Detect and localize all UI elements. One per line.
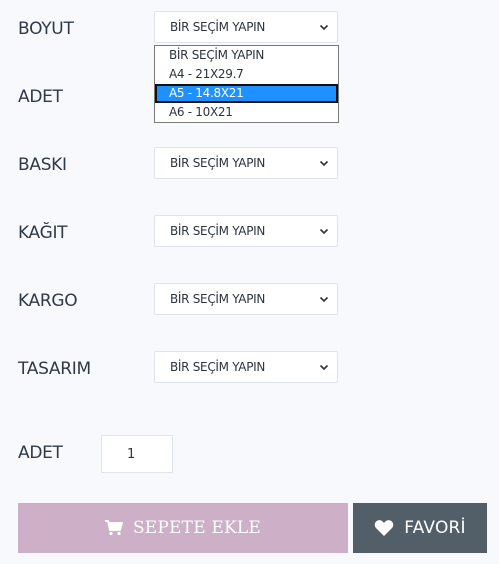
boyut-select[interactable]: BİR SEÇİM YAPIN [154,11,338,43]
baski-label: BASKI [18,155,67,175]
tasarim-select-value: BİR SEÇİM YAPIN [170,360,266,374]
add-to-cart-button[interactable]: SEPETE EKLE [18,503,348,553]
chevron-down-icon [319,296,329,303]
kagit-select-value: BİR SEÇİM YAPIN [170,224,266,238]
kargo-select-value: BİR SEÇİM YAPIN [170,292,266,306]
favorite-label: FAVORİ [404,518,466,538]
tasarim-select[interactable]: BİR SEÇİM YAPIN [154,351,338,383]
cart-icon [104,520,123,536]
kargo-select[interactable]: BİR SEÇİM YAPIN [154,283,338,315]
heart-icon [375,520,394,536]
boyut-option[interactable]: A4 - 21X29.7 [155,65,338,84]
boyut-option-highlighted[interactable]: A5 - 14.8X21 [155,84,338,103]
favorite-button[interactable]: FAVORİ [353,503,487,553]
boyut-option[interactable]: BİR SEÇİM YAPIN [155,46,338,65]
tasarim-label: TASARIM [18,359,91,379]
kagit-select[interactable]: BİR SEÇİM YAPIN [154,215,338,247]
baski-select-value: BİR SEÇİM YAPIN [170,156,266,170]
chevron-down-icon [319,24,329,31]
boyut-dropdown-list[interactable]: BİR SEÇİM YAPIN A4 - 21X29.7 A5 - 14.8X2… [154,45,339,123]
boyut-select-value: BİR SEÇİM YAPIN [170,20,266,34]
baski-select[interactable]: BİR SEÇİM YAPIN [154,147,338,179]
quantity-value: 1 [127,446,136,462]
quantity-input[interactable]: 1 [101,435,173,473]
chevron-down-icon [319,160,329,167]
quantity-label: ADET [18,443,63,463]
boyut-label: BOYUT [18,19,74,39]
add-to-cart-label: SEPETE EKLE [132,518,262,538]
adet-select-label: ADET [18,87,63,107]
boyut-option[interactable]: A6 - 10X21 [155,103,338,122]
kagit-label: KAĞIT [18,223,68,243]
chevron-down-icon [319,228,329,235]
chevron-down-icon [319,364,329,371]
kargo-label: KARGO [18,291,78,311]
